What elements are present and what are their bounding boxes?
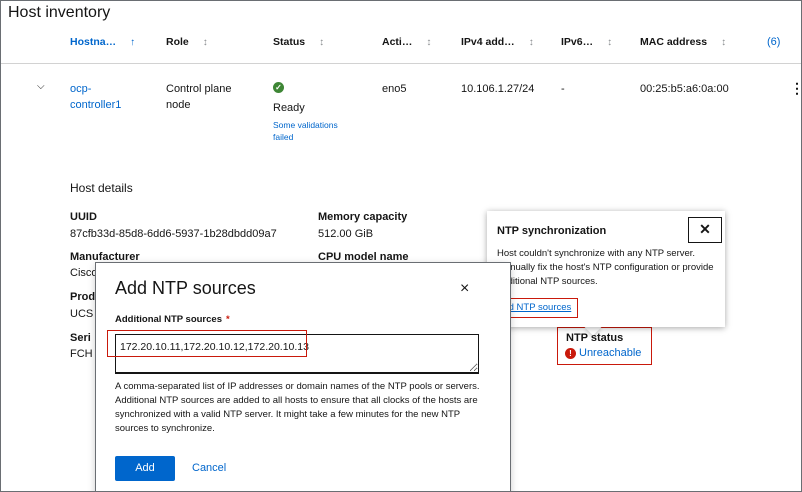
column-status[interactable]: Status ↕ xyxy=(273,36,324,48)
column-label: MAC address xyxy=(640,36,708,48)
manufacturer-value: Cisco xyxy=(70,267,98,279)
uuid-value: 87cfb33d-85d8-6dd6-5937-1b28dbdd09a7 xyxy=(70,228,277,240)
popover-title: NTP synchronization xyxy=(497,225,607,237)
add-button[interactable]: Add xyxy=(115,456,175,481)
role-cell: Control plane node xyxy=(166,83,232,111)
column-mac[interactable]: MAC address ↕ xyxy=(640,36,726,48)
validations-link[interactable]: Some validations failed xyxy=(273,119,353,143)
ipv4-cell: 10.106.1.27/24 xyxy=(461,83,535,95)
add-ntp-sources-modal: Add NTP sources × Additional NTP sources… xyxy=(96,263,510,491)
sort-asc-icon: ↑ xyxy=(130,36,136,48)
required-mark: * xyxy=(225,314,230,325)
sort-icon: ↕ xyxy=(202,36,208,48)
sort-icon: ↕ xyxy=(319,36,325,48)
status-text: Ready xyxy=(273,102,305,114)
column-label: IPv4 add… xyxy=(461,36,515,48)
highlight-box xyxy=(557,327,652,365)
column-label: Role xyxy=(166,36,189,48)
divider xyxy=(1,63,801,64)
column-count-toggle[interactable]: (6) xyxy=(767,36,780,48)
sort-icon: ↕ xyxy=(607,36,613,48)
hostname-link[interactable]: ocp-controller1 xyxy=(70,81,140,113)
page-title: Host inventory xyxy=(8,4,111,21)
cpu-label: CPU model name xyxy=(318,251,409,263)
helper-text: A comma-separated list of IP addresses o… xyxy=(115,381,480,434)
mac-cell: 00:25:b5:a6:0a:00 xyxy=(640,83,729,95)
popover-body: Host couldn't synchronize with any NTP s… xyxy=(497,248,714,287)
column-ipv4[interactable]: IPv4 add… ↕ xyxy=(461,36,534,48)
column-label: Acti… xyxy=(382,36,413,48)
ipv6-cell: - xyxy=(561,83,565,95)
host-details-title: Host details xyxy=(70,181,133,195)
column-ipv6[interactable]: IPv6… ↕ xyxy=(561,36,612,48)
ntp-sources-label: Additional NTP sources * xyxy=(115,314,230,325)
close-icon[interactable]: × xyxy=(460,280,469,298)
modal-title: Add NTP sources xyxy=(115,278,256,298)
sort-icon: ↕ xyxy=(721,36,727,48)
column-label: Hostna… xyxy=(70,36,117,48)
sort-icon: ↕ xyxy=(528,36,534,48)
kebab-icon[interactable]: ⋮ xyxy=(790,81,801,95)
memory-value: 512.00 GiB xyxy=(318,228,374,240)
product-label: Prod xyxy=(70,291,96,303)
field-label-text: Additional NTP sources xyxy=(115,314,222,325)
column-hostname[interactable]: Hostna… ↑ xyxy=(70,36,135,48)
close-icon[interactable]: ✕ xyxy=(688,217,722,243)
highlight-box xyxy=(107,330,307,357)
column-label: Status xyxy=(273,36,306,48)
host-inventory-page: Host inventory Hostna… ↑ Role ↕ Status ↕… xyxy=(0,0,802,492)
column-label: IPv6… xyxy=(561,36,594,48)
active-nic-cell: eno5 xyxy=(382,83,407,95)
manufacturer-label: Manufacturer xyxy=(70,251,140,263)
column-active-nic[interactable]: Acti… ↕ xyxy=(382,36,431,48)
serial-label: Seri xyxy=(70,332,91,344)
chevron-down-icon[interactable]: ⌵ xyxy=(37,81,45,92)
column-role[interactable]: Role ↕ xyxy=(166,36,208,48)
uuid-label: UUID xyxy=(70,211,97,223)
check-circle-icon: ✓ xyxy=(273,82,284,93)
cancel-button[interactable]: Cancel xyxy=(192,462,226,474)
serial-value: FCH xyxy=(70,348,93,360)
product-value: UCS xyxy=(70,308,94,320)
sort-icon: ↕ xyxy=(426,36,432,48)
memory-label: Memory capacity xyxy=(318,211,408,223)
